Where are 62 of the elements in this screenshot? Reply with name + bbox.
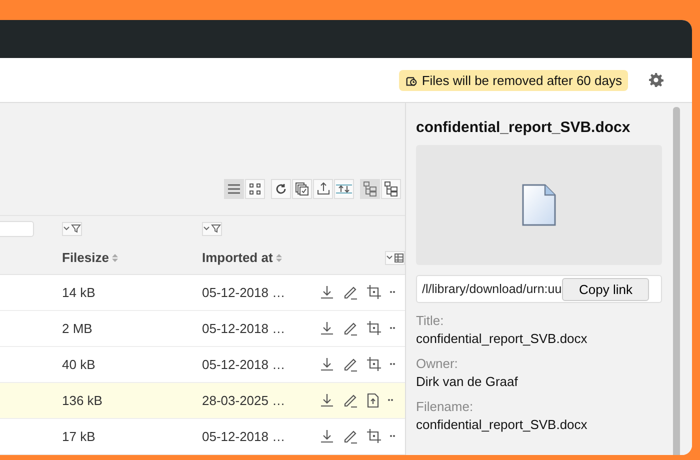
file-title: confidential_report_SVB.docx: [416, 119, 632, 136]
table-cell-text: 05-12-2018 …: [202, 356, 286, 372]
more-icon[interactable]: [390, 327, 395, 330]
link-field[interactable]: /l/library/download/urn:uu Copy link: [416, 275, 662, 303]
field-value: confidential_report_SVB.docx: [416, 331, 588, 346]
download-icon[interactable]: [320, 321, 334, 336]
more-icon[interactable]: [390, 435, 395, 438]
filter-icon[interactable]: [202, 222, 222, 236]
crop-icon[interactable]: [367, 357, 381, 372]
scrollbar[interactable]: [673, 107, 680, 455]
crop-icon[interactable]: [367, 321, 381, 336]
table-row[interactable]: 136 kB 28-03-2025 …: [0, 382, 405, 419]
edit-icon[interactable]: [343, 320, 358, 336]
more-icon[interactable]: [388, 399, 393, 402]
download-icon[interactable]: [320, 393, 334, 408]
field-value: confidential_report_SVB.docx: [416, 417, 588, 432]
more-icon[interactable]: [390, 363, 395, 366]
tree-icon[interactable]: [360, 178, 380, 199]
field-value: Dirk van de Graaf: [416, 374, 519, 389]
upload-icon[interactable]: [313, 178, 333, 199]
crop-icon[interactable]: [367, 429, 381, 444]
copy-icon[interactable]: [292, 178, 312, 199]
table-row[interactable]: 40 kB 05-12-2018 …: [0, 346, 405, 383]
field-label: Title:: [416, 313, 445, 328]
field-label: Filename:: [416, 399, 474, 414]
download-icon[interactable]: [320, 285, 334, 300]
split-icon[interactable]: [334, 178, 354, 199]
field-label: Owner:: [416, 356, 459, 371]
column-options-icon[interactable]: [385, 250, 405, 265]
file-upload-icon[interactable]: [367, 392, 379, 408]
copy-link-button[interactable]: Copy link: [562, 278, 650, 300]
notice-text: Files will be removed after 60 days: [422, 72, 622, 88]
table-cell-text: 136 kB: [62, 392, 104, 408]
edit-icon[interactable]: [343, 392, 358, 408]
column-header[interactable]: Filesize: [62, 250, 109, 266]
table-row[interactable]: 2 MB 05-12-2018 …: [0, 310, 405, 347]
crop-icon[interactable]: [367, 285, 381, 300]
table-row[interactable]: 17 kB 05-12-2018 …: [0, 418, 405, 455]
table-cell-text: 14 kB: [62, 284, 96, 300]
edit-icon[interactable]: [343, 356, 358, 372]
table-cell-text: 05-12-2018 …: [202, 428, 286, 444]
table-row[interactable]: 14 kB 05-12-2018 …: [0, 274, 405, 311]
filter-icon[interactable]: [62, 222, 82, 236]
document-icon: [521, 183, 557, 227]
table-cell-text: 2 MB: [62, 320, 94, 336]
edit-icon[interactable]: [343, 428, 358, 444]
table-cell-text: 28-03-2025 …: [202, 392, 286, 408]
settings-icon[interactable]: [648, 72, 664, 88]
tree-icon[interactable]: [381, 178, 401, 199]
edit-icon[interactable]: [343, 284, 358, 300]
table-cell-text: 05-12-2018 …: [202, 320, 286, 336]
list-view-icon[interactable]: [224, 178, 244, 199]
table-cell-text: 05-12-2018 …: [202, 284, 286, 300]
filter-input[interactable]: [0, 220, 34, 237]
grid-view-icon[interactable]: [245, 178, 265, 199]
more-icon[interactable]: [390, 291, 395, 294]
column-header[interactable]: Imported at: [202, 250, 273, 266]
refresh-icon[interactable]: [271, 178, 291, 199]
table-cell-text: 40 kB: [62, 356, 96, 372]
download-icon[interactable]: [320, 429, 334, 444]
download-icon[interactable]: [320, 357, 334, 372]
table-cell-text: 17 kB: [62, 428, 96, 444]
